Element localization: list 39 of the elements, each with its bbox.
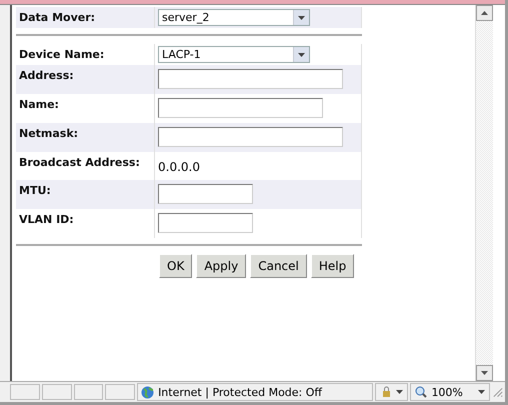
- security-zone-text: Internet | Protected Mode: Off: [158, 386, 322, 398]
- input-field[interactable]: [158, 184, 253, 204]
- lock-icon: [380, 386, 392, 398]
- scroll-down-button[interactable]: [476, 365, 493, 381]
- status-pane: [74, 384, 104, 400]
- input-field[interactable]: [158, 69, 343, 89]
- dialog-button[interactable]: Cancel: [250, 254, 307, 278]
- field-label: MTU:: [19, 183, 51, 197]
- field-label: Device Name:: [19, 47, 104, 61]
- caret-icon: [298, 16, 305, 20]
- caret-icon: [298, 52, 305, 56]
- status-pane: [10, 384, 40, 400]
- field-label: Name:: [19, 97, 59, 111]
- field-label: Netmask:: [19, 126, 78, 140]
- caret-icon: [396, 390, 404, 394]
- scroll-up-button[interactable]: [476, 5, 493, 21]
- input-field[interactable]: [158, 213, 253, 233]
- status-pane: [105, 384, 136, 400]
- field-label: Address:: [19, 68, 74, 82]
- field-label: Broadcast Address:: [19, 155, 140, 169]
- dialog-button[interactable]: OK: [159, 254, 192, 278]
- up-arrow-icon: [481, 11, 488, 15]
- caret-icon: [478, 390, 485, 394]
- device-name-dropdown[interactable]: LACP-1: [158, 46, 310, 63]
- field-label: Data Mover:: [19, 10, 96, 24]
- dialog-button[interactable]: Help: [310, 254, 354, 278]
- input-field[interactable]: [158, 98, 323, 118]
- input-field[interactable]: [158, 127, 343, 147]
- status-pane: [42, 384, 72, 400]
- dialog-button[interactable]: Apply: [196, 254, 246, 278]
- magnifier-icon: [415, 386, 428, 398]
- data-mover-dropdown[interactable]: server_2: [158, 9, 310, 26]
- field-value: 0.0.0.0: [158, 159, 200, 176]
- zoom-button[interactable]: 100%: [410, 383, 490, 401]
- security-button[interactable]: [375, 383, 408, 401]
- globe-icon: [141, 386, 154, 398]
- resize-grip-icon: [492, 386, 503, 398]
- field-label: VLAN ID:: [19, 212, 74, 226]
- down-arrow-icon: [481, 371, 488, 375]
